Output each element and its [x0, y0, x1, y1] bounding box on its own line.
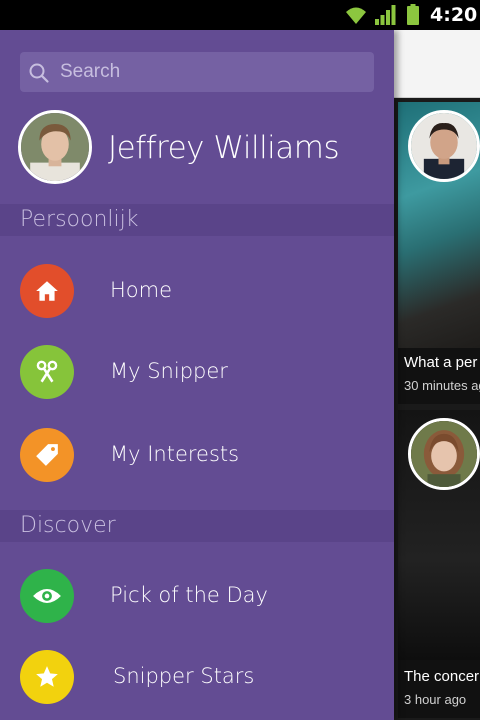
battery-icon	[407, 4, 419, 25]
wifi-icon	[346, 7, 366, 24]
avatar[interactable]	[18, 110, 92, 184]
scissors-icon	[20, 345, 74, 399]
card-timestamp: 30 minutes ag	[404, 378, 480, 393]
section-header-discover: Discover	[0, 510, 394, 542]
section-title: Persoonlijk	[20, 207, 139, 232]
home-icon	[20, 264, 74, 318]
card-timestamp: 3 hour ago	[404, 692, 467, 707]
navigation-drawer: Jeffrey Williams Persoonlijk Home My Sni…	[0, 30, 394, 720]
status-bar: 4:20	[0, 0, 480, 30]
card-caption: What a per 30 minutes ag	[398, 348, 480, 404]
menu-item-snipper-stars[interactable]: Snipper Stars	[0, 642, 394, 714]
menu-item-label: Home	[110, 278, 173, 302]
section-header-persoonlijk: Persoonlijk	[0, 204, 394, 236]
menu-item-home[interactable]: Home	[0, 256, 394, 328]
menu-item-pick-of-the-day[interactable]: Pick of the Day	[0, 561, 394, 633]
menu-item-label: Pick of the Day	[110, 583, 268, 607]
tag-icon	[20, 428, 74, 482]
user-profile[interactable]: Jeffrey Williams	[0, 106, 394, 196]
star-icon	[20, 650, 74, 704]
search-icon	[29, 63, 49, 83]
card-title: What a per	[404, 354, 478, 371]
feed-panel: What a per 30 minutes ag The concer 3 ho…	[394, 30, 480, 720]
feed-card[interactable]: The concer 3 hour ago	[398, 410, 480, 718]
status-clock: 4:20	[430, 4, 478, 26]
search-box[interactable]	[20, 52, 374, 92]
menu-item-my-snipper[interactable]: My Snipper	[0, 337, 394, 409]
menu-item-label: My Snipper	[110, 359, 228, 383]
eye-icon	[20, 569, 74, 623]
section-title: Discover	[20, 513, 116, 538]
feed-card[interactable]: What a per 30 minutes ag	[398, 102, 480, 404]
feed-top-bar	[394, 30, 480, 98]
card-author-avatar[interactable]	[408, 418, 480, 490]
card-caption: The concer 3 hour ago	[398, 662, 480, 718]
menu-item-label: Snipper Stars	[113, 664, 255, 688]
menu-item-my-interests[interactable]: My Interests	[0, 420, 394, 492]
card-author-avatar[interactable]	[408, 110, 480, 182]
signal-icon	[375, 5, 396, 25]
card-title: The concer	[404, 668, 480, 685]
profile-name: Jeffrey Williams	[108, 130, 340, 166]
search-input[interactable]	[60, 58, 360, 86]
menu-item-label: My Interests	[110, 442, 240, 466]
